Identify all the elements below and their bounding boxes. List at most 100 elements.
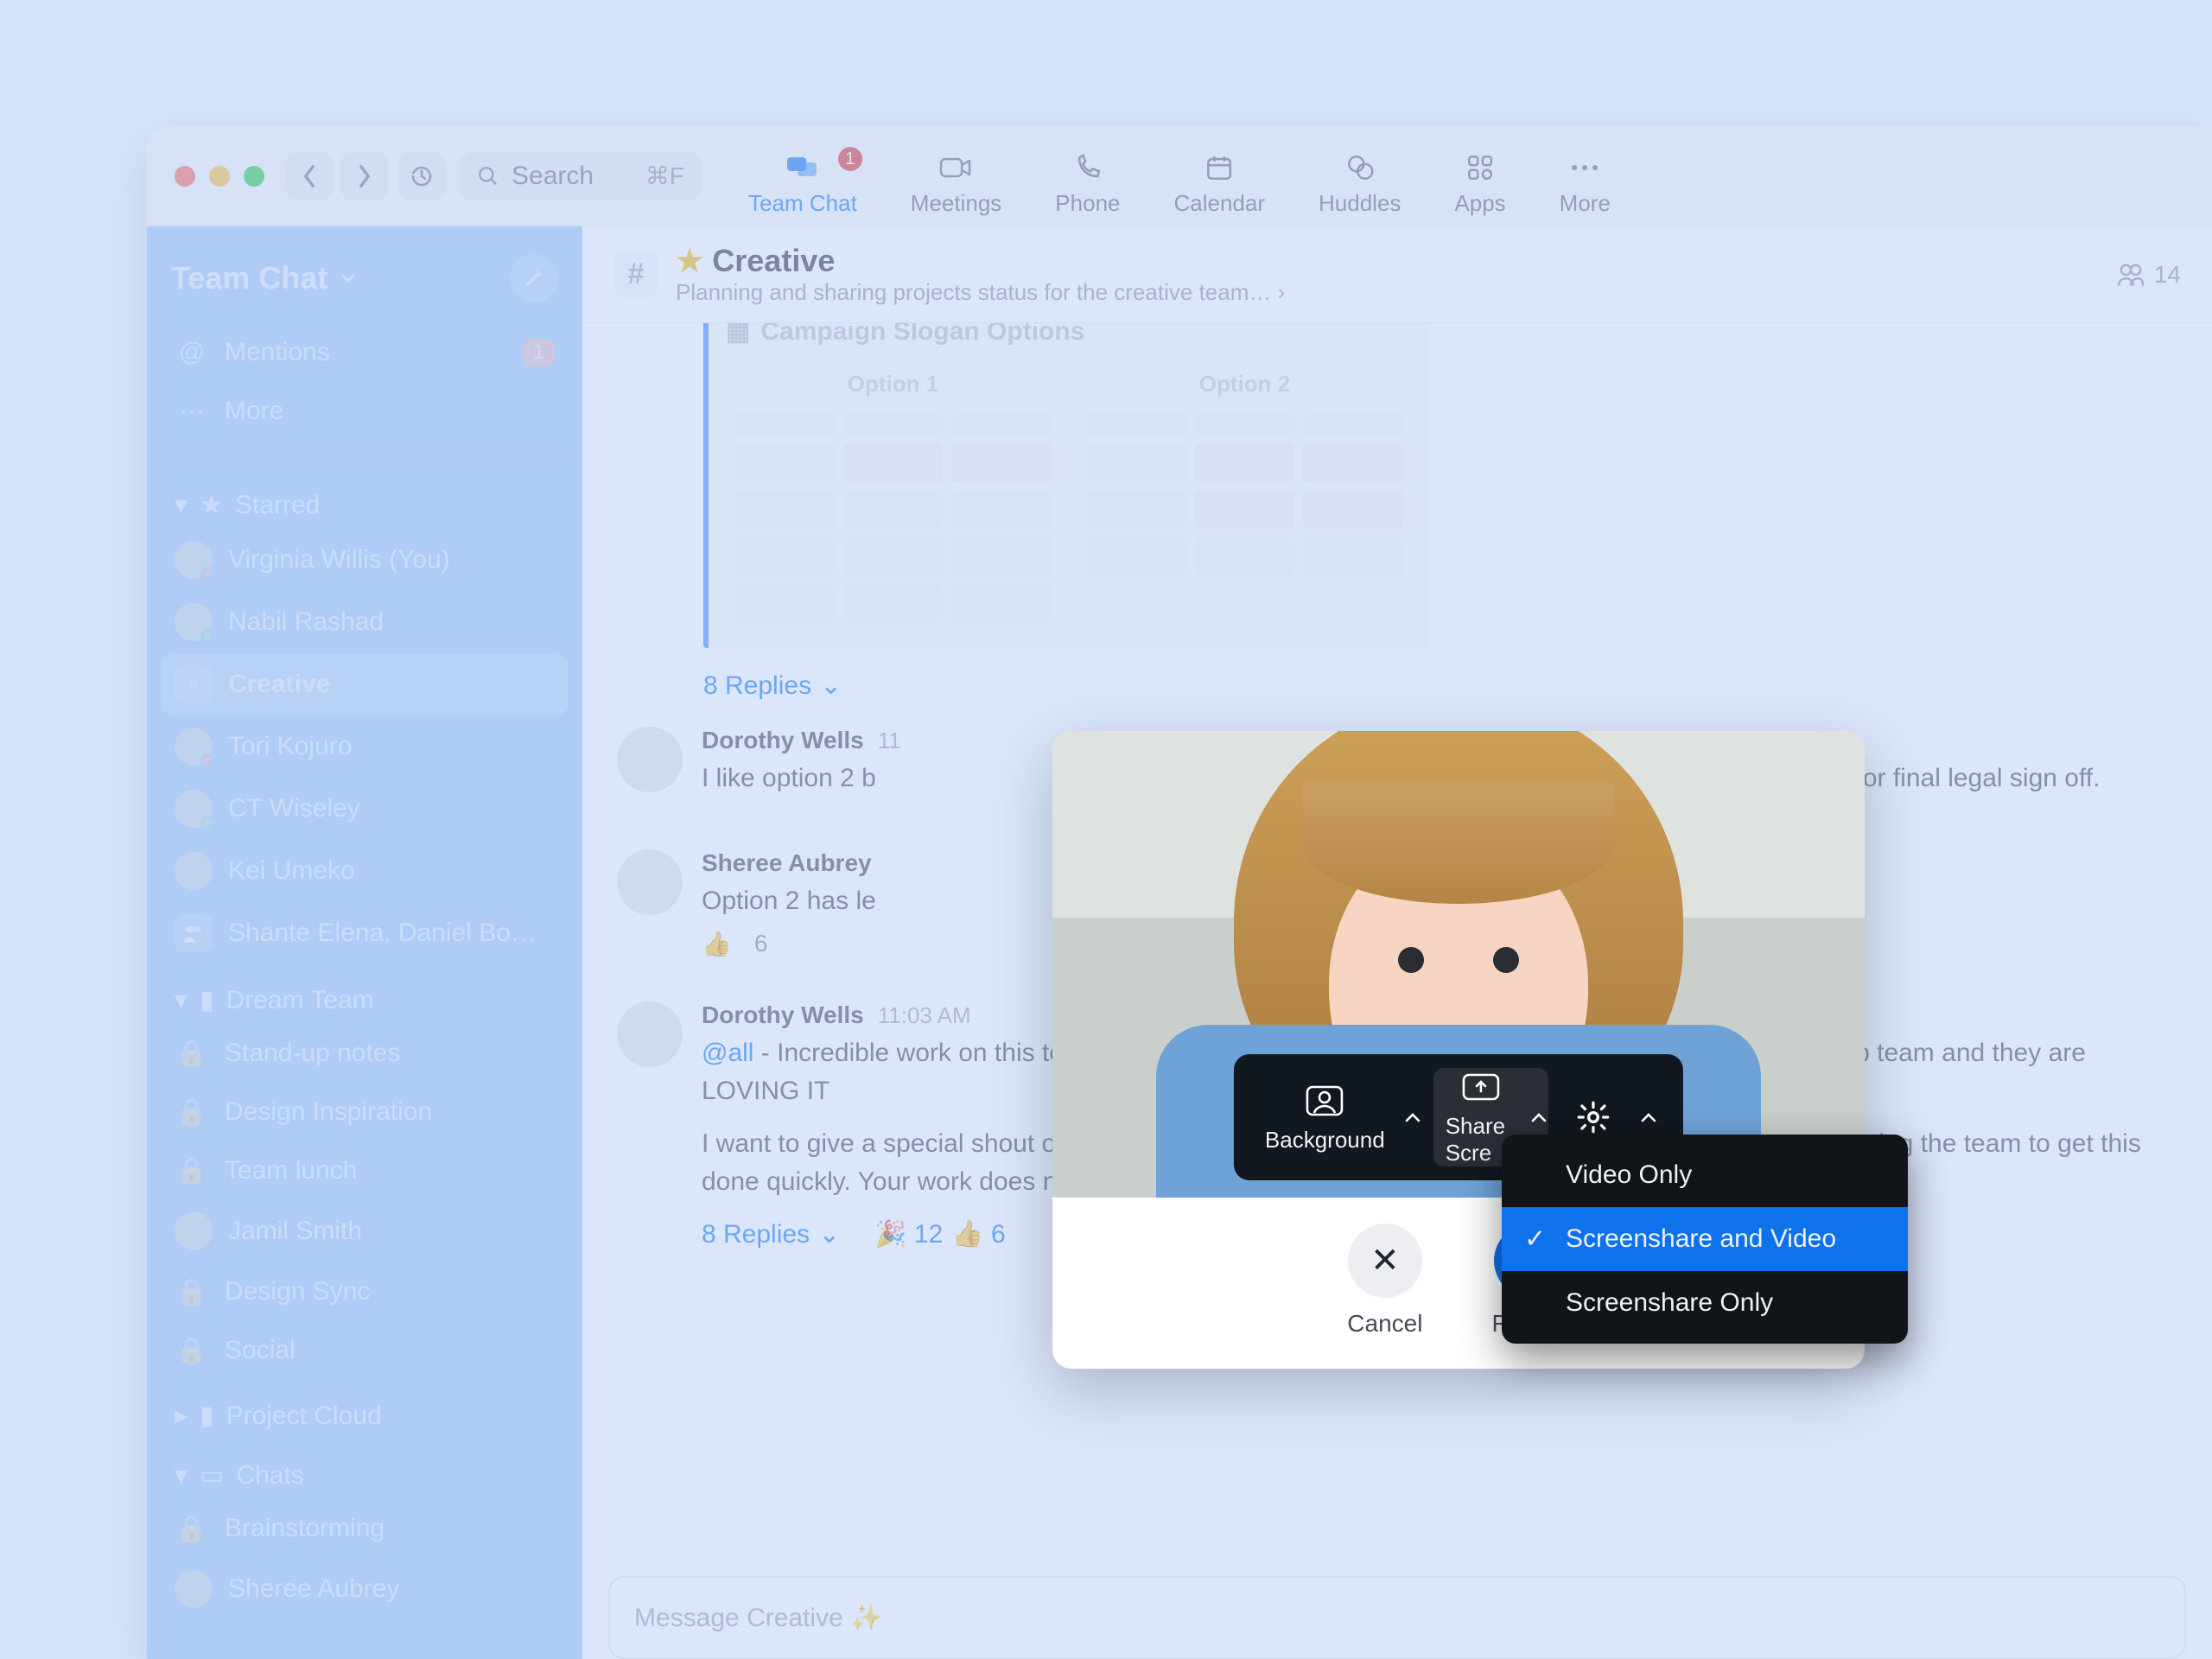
person-frame-icon	[1297, 1082, 1352, 1120]
sidebar-item-channel[interactable]: 🔒Brainstorming	[161, 1499, 569, 1558]
sidebar-item-user[interactable]: Virginia Willis (You)	[161, 529, 569, 591]
sidebar-item-user[interactable]: Tori Kojuro	[161, 715, 569, 778]
members-icon	[2116, 263, 2145, 287]
more-icon: ⋯	[175, 394, 209, 429]
sidebar-item-label: Stand-up notes	[225, 1039, 400, 1068]
message-author[interactable]: Dorothy Wells	[702, 727, 864, 754]
tab-label: Phone	[1055, 190, 1120, 217]
sidebar-item-label: Design Inspiration	[225, 1097, 432, 1127]
caret-right-icon: ▸	[175, 1401, 188, 1431]
section-label: Starred	[235, 491, 320, 520]
sidebar-item-creative[interactable]: #Creative	[161, 653, 569, 715]
history-button[interactable]	[397, 152, 446, 200]
message-composer[interactable]: Message Creative ✨	[608, 1576, 2186, 1659]
section-dream-team[interactable]: ▾ ▮ Dream Team	[161, 964, 569, 1024]
tab-calendar[interactable]: Calendar	[1173, 142, 1265, 226]
tab-apps[interactable]: Apps	[1454, 142, 1505, 226]
settings-button[interactable]	[1554, 1098, 1633, 1136]
tab-huddles[interactable]: Huddles	[1319, 142, 1401, 226]
section-chats[interactable]: ▾ ▭ Chats	[161, 1440, 569, 1499]
cancel-button[interactable]: ✕ Cancel	[1347, 1224, 1422, 1338]
sidebar-item-label: CT Wiseley	[228, 794, 360, 823]
background-button[interactable]: Background	[1253, 1082, 1397, 1154]
channel-members-button[interactable]: 14	[2116, 261, 2181, 289]
avatar[interactable]	[617, 849, 683, 915]
section-project-cloud[interactable]: ▸ ▮ Project Cloud	[161, 1380, 569, 1440]
more-icon	[1567, 150, 1602, 185]
tab-meetings[interactable]: Meetings	[911, 142, 1002, 226]
menu-item-screenshare-only[interactable]: Screenshare Only	[1502, 1271, 1908, 1335]
channel-topic[interactable]: Planning and sharing projects status for…	[676, 279, 1285, 306]
search-shortcut: ⌘F	[645, 162, 684, 190]
tab-label: Meetings	[911, 190, 1002, 217]
sidebar-item-channel[interactable]: 🔒Design Sync	[161, 1262, 569, 1321]
settings-options-button[interactable]	[1633, 1098, 1664, 1136]
tab-more[interactable]: More	[1560, 142, 1611, 226]
reaction[interactable]: 🎉 12	[874, 1219, 943, 1249]
hash-icon: #	[175, 665, 213, 703]
avatar	[175, 541, 213, 579]
mentions-badge: 1	[523, 339, 555, 366]
sidebar-item-channel[interactable]: 🔒Team lunch	[161, 1141, 569, 1200]
sidebar-item-user[interactable]: Kei Umeko	[161, 840, 569, 902]
star-icon: ★	[200, 490, 223, 520]
nav-forward-button[interactable]	[340, 152, 389, 200]
compose-button[interactable]	[510, 254, 558, 302]
message-author[interactable]: Sheree Aubrey	[702, 849, 872, 877]
reaction[interactable]: 👍 6	[951, 1219, 1005, 1249]
background-options-button[interactable]	[1397, 1098, 1428, 1136]
sidebar-item-channel[interactable]: 🔒 Stand-up notes	[161, 1024, 569, 1083]
sidebar-item-label: Jamil Smith	[228, 1217, 362, 1246]
menu-item-screenshare-and-video[interactable]: Screenshare and Video	[1502, 1207, 1908, 1271]
share-options-menu: Video Only Screenshare and Video Screens…	[1502, 1135, 1908, 1344]
apps-icon	[1463, 150, 1497, 185]
sidebar-item-channel[interactable]: 🔒Social	[161, 1321, 569, 1380]
avatar[interactable]	[617, 1001, 683, 1067]
thread-replies-link[interactable]: 8 Replies ⌄	[703, 671, 2177, 701]
mention[interactable]: @all	[702, 1039, 753, 1067]
sidebar-item-user[interactable]: Jamil Smith	[161, 1200, 569, 1262]
sidebar-item-user[interactable]: Sheree Aubrey	[161, 1558, 569, 1620]
search-input[interactable]: Search ⌘F	[460, 152, 702, 200]
chevron-down-icon[interactable]	[338, 268, 359, 289]
share-options-button[interactable]	[1529, 1098, 1548, 1136]
avatar	[175, 1570, 213, 1608]
doc-icon: ▦	[726, 323, 750, 346]
sidebar-item-label: More	[225, 397, 283, 426]
chevron-down-icon: ⌄	[820, 671, 842, 701]
channel-title[interactable]: ★ Creative	[676, 243, 1285, 279]
composer-placeholder: Message Creative ✨	[634, 1603, 882, 1633]
tab-phone[interactable]: Phone	[1055, 142, 1120, 226]
avatar[interactable]	[617, 727, 683, 792]
sidebar-item-mentions[interactable]: @ Mentions 1	[161, 323, 569, 382]
sidebar-item-channel[interactable]: 🔒Design Inspiration	[161, 1083, 569, 1141]
sidebar-item-label: Shante Elena, Daniel Bow…	[228, 918, 555, 948]
maximize-window-button[interactable]	[244, 166, 264, 187]
section-starred[interactable]: ▾ ★ Starred	[161, 469, 569, 529]
menu-item-video-only[interactable]: Video Only	[1502, 1143, 1908, 1207]
close-window-button[interactable]	[175, 166, 195, 187]
share-screen-icon	[1453, 1068, 1509, 1106]
tab-team-chat[interactable]: 1 Team Chat	[748, 142, 857, 226]
huddles-icon	[1343, 150, 1377, 185]
search-icon	[477, 165, 499, 188]
tab-label: Calendar	[1173, 190, 1265, 217]
sidebar-title: Team Chat	[171, 260, 327, 296]
avatar	[175, 852, 213, 890]
sidebar-item-user[interactable]: CT Wiseley	[161, 778, 569, 840]
sidebar-item-group[interactable]: Shante Elena, Daniel Bow…	[161, 902, 569, 964]
tab-label: Huddles	[1319, 190, 1401, 217]
message-ts: 11	[878, 728, 901, 754]
minimize-window-button[interactable]	[209, 166, 230, 187]
sidebar-item-label: Virginia Willis (You)	[228, 545, 450, 575]
tab-label: More	[1560, 190, 1611, 217]
message-author[interactable]: Dorothy Wells	[702, 1001, 864, 1029]
document-preview[interactable]: ▦Campaign Slogan Options Option 1	[703, 323, 1429, 648]
gear-icon	[1566, 1098, 1621, 1136]
sidebar-item-more[interactable]: ⋯ More	[161, 382, 569, 441]
lock-icon: 🔒	[175, 1036, 209, 1071]
sidebar-item-user[interactable]: Nabil Rashad	[161, 591, 569, 653]
lock-icon: 🔒	[175, 1154, 209, 1188]
nav-back-button[interactable]	[285, 152, 334, 200]
option-header: Option 1	[734, 371, 1052, 397]
